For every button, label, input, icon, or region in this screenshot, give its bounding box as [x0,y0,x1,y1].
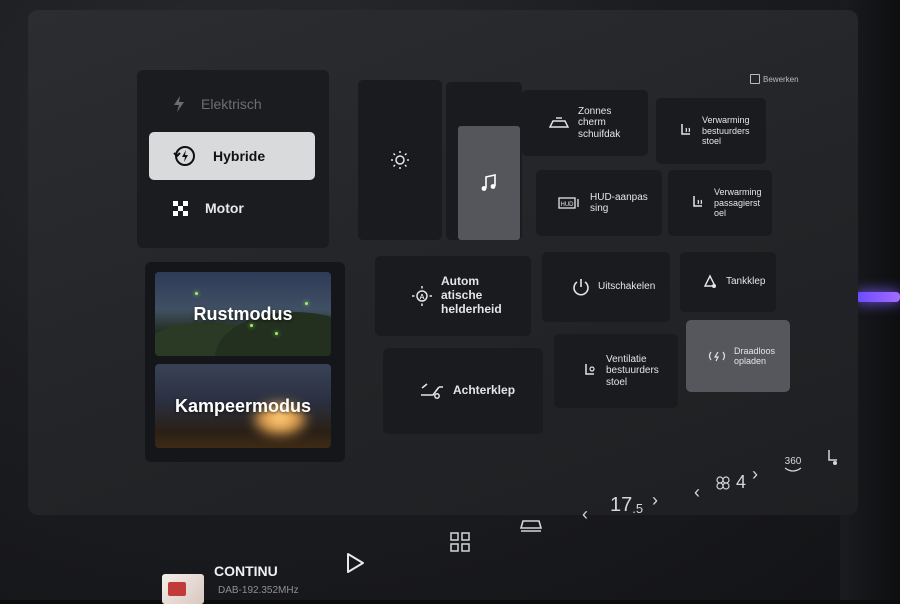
tile-label: Ventilatie bestuurders stoel [606,353,659,388]
tile-label: HUD-aanpas sing [590,191,648,215]
play-icon [347,553,364,573]
car-button[interactable] [518,516,544,534]
temperature-display: 17 .5 [610,494,643,517]
chevron-right-icon: › [652,490,658,510]
scene-label: Kampeermodus [174,395,312,416]
tailgate-icon [421,383,443,399]
play-button[interactable] [345,552,365,574]
edit-button[interactable]: Bewerken [750,74,799,84]
driver-seat-heat-tile[interactable]: Verwarming bestuurders stoel [656,98,766,164]
drive-mode-elektrisch[interactable]: Elektrisch [149,80,315,128]
auto-brightness-icon: A [412,286,432,306]
temp-decrease-button[interactable]: ‹ [582,504,588,525]
svg-text:A: A [419,294,424,301]
edit-icon [750,74,760,84]
scene-label: Rustmodus [193,303,293,324]
tile-label: Zonnes cherm schuifdak [578,105,621,140]
camera-360-button[interactable]: 360 [784,456,802,473]
music-level-fill [458,126,520,240]
tile-label: Achterklep [453,383,516,398]
auto-brightness-tile[interactable]: A Autom atische helderheid [375,256,531,336]
drive-mode-label: Elektrisch [201,96,262,112]
drive-mode-panel: Elektrisch Hybride Motor [137,70,329,248]
wireless-charging-tile[interactable]: Draadloos opladen [686,320,790,392]
camera-360-icon [784,467,802,472]
tailgate-tile[interactable]: Achterklep [383,348,543,434]
music-note-icon [481,174,496,191]
fuel-flap-icon [703,274,717,288]
seat-button[interactable] [824,448,840,466]
music-tile[interactable] [446,82,522,240]
tile-label: Tankklep [726,276,766,288]
tile-label: Draadloos opladen [734,345,776,366]
sunroof-icon [548,117,570,128]
fan-increase-button[interactable]: › [752,464,758,485]
hybrid-cycle-icon [173,146,195,166]
tile-label: Verwarming bestuurders stoel [702,115,750,147]
fuel-flap-tile[interactable]: Tankklep [680,252,776,312]
fan-speed-display: 4 [716,472,746,493]
drive-mode-hybride[interactable]: Hybride [149,132,315,180]
temp-increase-button[interactable]: › [652,490,658,511]
brightness-tile[interactable] [358,80,442,240]
ambient-light [856,292,900,302]
edit-label: Bewerken [763,74,799,84]
fan-level: 4 [736,472,747,492]
car-icon [519,520,543,532]
scene-rustmodus[interactable]: Rustmodus [155,272,331,356]
media-subtitle: DAB-192.352MHz [218,585,299,596]
temperature-decimal: .5 [632,501,644,516]
power-off-tile[interactable]: Uitschakelen [542,252,670,322]
tile-label: Uitschakelen [598,281,656,293]
sun-icon [391,151,409,169]
hud-tile[interactable]: HUD HUD-aanpas sing [536,170,662,236]
checkered-flag-icon [173,201,188,216]
chevron-left-icon: ‹ [694,482,700,502]
tile-label: Autom atische helderheid [441,274,502,316]
chevron-left-icon: ‹ [582,504,588,524]
media-title: CONTINU [214,563,278,579]
seat-vent-icon [585,364,595,375]
chevron-right-icon: › [752,464,758,484]
wireless-charge-icon [708,351,726,362]
apps-grid-icon [450,532,470,552]
hud-icon: HUD [558,197,579,209]
drive-mode-label: Motor [205,200,244,216]
temperature-main: 17 [610,494,633,516]
driver-seat-vent-tile[interactable]: Ventilatie bestuurders stoel [554,334,678,408]
seat-heat-icon [693,196,703,207]
scene-mode-panel: Rustmodus Kampeermodus [145,262,345,462]
fan-icon [716,475,730,490]
power-icon [573,279,589,296]
seat-icon [828,450,837,465]
camera-360-label: 360 [784,456,802,467]
sunroof-tile[interactable]: Zonnes cherm schuifdak [522,90,648,156]
svg-text:HUD: HUD [561,202,575,208]
drive-mode-label: Hybride [213,148,266,164]
seat-heat-icon [681,124,691,135]
scene-kampeermodus[interactable]: Kampeermodus [155,364,331,448]
tile-label: Verwarming passagierst oel [714,187,762,219]
passenger-seat-heat-tile[interactable]: Verwarming passagierst oel [668,170,772,236]
fan-decrease-button[interactable]: ‹ [694,482,700,503]
apps-button[interactable] [450,532,470,552]
drive-mode-motor[interactable]: Motor [149,184,315,232]
lightning-icon [174,96,184,112]
